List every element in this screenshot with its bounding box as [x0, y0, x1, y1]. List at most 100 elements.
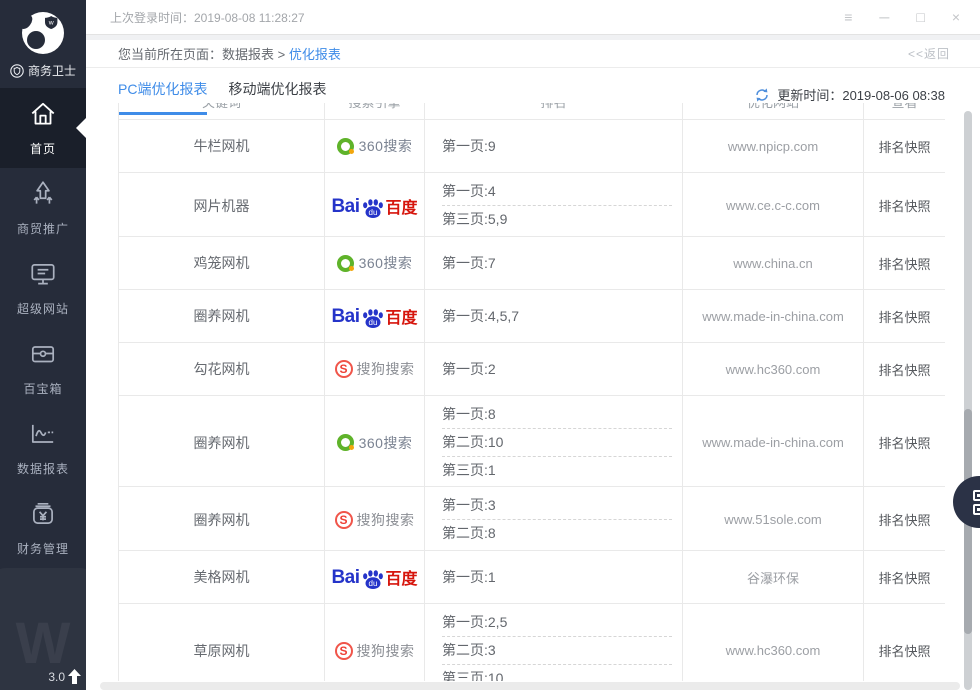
column-header: 查看 — [864, 103, 945, 119]
report-icon — [28, 419, 58, 454]
360-search-logo: 360搜索 — [337, 433, 413, 453]
keyword-cell: 草原网机 — [119, 604, 325, 681]
360-search-logo: 360搜索 — [337, 136, 413, 156]
breadcrumb: 您当前所在页面：数据报表 > 优化报表 — [118, 44, 341, 63]
keyword-cell: 鸡笼网机 — [119, 237, 325, 289]
sogou-s-icon: S — [335, 360, 353, 378]
breadcrumb-prefix: 您当前所在页面： — [118, 47, 222, 62]
snapshot-link[interactable]: 排名快照 — [864, 290, 945, 342]
360-ring-icon — [337, 138, 354, 155]
engine-cell: Baidu百度 — [325, 173, 425, 238]
snapshot-link[interactable]: 排名快照 — [864, 120, 945, 172]
snapshot-link[interactable]: 排名快照 — [864, 551, 945, 603]
rank-divider — [442, 428, 672, 429]
title-bar: 上次登录时间：2019-08-08 11:28:27 ≡ ─ □ × — [86, 0, 980, 35]
sidebar-item-label: 首页 — [30, 140, 56, 157]
snapshot-link[interactable]: 排名快照 — [864, 343, 945, 395]
svg-text:du: du — [368, 208, 377, 217]
snapshot-link[interactable]: 排名快照 — [864, 173, 945, 238]
rank-entry: 第一页:3 — [442, 493, 672, 518]
sidebar-item-label: 数据报表 — [17, 460, 69, 477]
baidu-logo: Baidu百度 — [331, 304, 417, 328]
engine-cell: Baidu百度 — [325, 551, 425, 603]
site-cell: www.npicp.com — [683, 120, 864, 172]
rank-cell: 第一页:3第二页:8 — [425, 487, 683, 552]
main-area: 上次登录时间：2019-08-08 11:28:27 ≡ ─ □ × 您当前所在… — [86, 0, 980, 690]
refresh-icon[interactable] — [754, 87, 770, 103]
engine-cell: 360搜索 — [325, 396, 425, 489]
app-window: w 商务卫士 首页商贸推广超级网站百宝箱数据报表财务管理 W 3.0 — [0, 0, 980, 690]
sidebar-item-label: 财务管理 — [17, 540, 69, 557]
keyword-cell: 网片机器 — [119, 173, 325, 238]
rank-entry: 第三页:1 — [442, 458, 672, 483]
sidebar-item-report[interactable]: 数据报表 — [0, 408, 86, 488]
engine-cell: S搜狗搜索 — [325, 343, 425, 395]
sogou-s-icon: S — [335, 642, 353, 660]
breadcrumb-bar: 您当前所在页面：数据报表 > 优化报表 <<返回 — [86, 40, 980, 68]
back-link[interactable]: <<返回 — [908, 45, 950, 62]
version-row: 3.0 — [48, 669, 81, 684]
page-content: 您当前所在页面：数据报表 > 优化报表 <<返回 PC端优化报表 移动端优化报表 — [86, 40, 980, 690]
update-time-row: 更新时间：2019-08-06 08:38 — [754, 85, 945, 104]
maximize-icon[interactable]: □ — [916, 10, 924, 24]
sidebar-item-toolbox[interactable]: 百宝箱 — [0, 328, 86, 408]
rank-divider — [442, 205, 672, 206]
column-header: 排名 — [425, 103, 683, 119]
rank-entry: 第一页:2 — [442, 357, 672, 382]
table-row: 圈养网机Baidu百度第一页:4,5,7www.made-in-china.co… — [119, 290, 945, 343]
app-logo-icon: w — [17, 7, 69, 59]
breadcrumb-section[interactable]: 数据报表 — [222, 47, 274, 62]
snapshot-link[interactable]: 排名快照 — [864, 487, 945, 552]
rank-entry: 第一页:2,5 — [442, 610, 672, 635]
site-cell: www.china.cn — [683, 237, 864, 289]
qr-square-icon — [973, 504, 980, 515]
engine-cell: 360搜索 — [325, 237, 425, 289]
snapshot-link[interactable]: 排名快照 — [864, 396, 945, 489]
keyword-cell: 圈养网机 — [119, 396, 325, 489]
active-item-arrow — [76, 118, 86, 138]
rank-cell: 第一页:8第二页:10第三页:1 — [425, 396, 683, 489]
rank-entry: 第一页:4 — [442, 179, 672, 204]
qr-code-floating-badge[interactable] — [953, 476, 980, 528]
qr-square-icon — [973, 490, 980, 501]
sogou-logo: S搜狗搜索 — [335, 510, 415, 530]
horizontal-scrollbar[interactable] — [100, 682, 960, 690]
engine-cell: 360搜索 — [325, 120, 425, 172]
update-time-text: 更新时间：2019-08-06 08:38 — [777, 85, 945, 104]
sidebar-item-home[interactable]: 首页 — [0, 88, 86, 168]
site-cell: www.hc360.com — [683, 604, 864, 681]
sidebar-item-label: 百宝箱 — [23, 380, 62, 397]
snapshot-link[interactable]: 排名快照 — [864, 237, 945, 289]
table-header-row: 关键词搜索引擎排名优化网站查看 — [119, 103, 945, 120]
close-icon[interactable]: × — [952, 10, 960, 24]
rank-entry: 第三页:10 — [442, 666, 672, 681]
menu-icon[interactable]: ≡ — [844, 10, 852, 24]
rank-entry: 第三页:5,9 — [442, 207, 672, 232]
upgrade-arrow-icon[interactable] — [68, 669, 81, 684]
vertical-scrollbar[interactable] — [964, 111, 972, 690]
rank-entry: 第二页:3 — [442, 638, 672, 663]
snapshot-link[interactable]: 排名快照 — [864, 604, 945, 681]
finance-icon — [28, 499, 58, 534]
sogou-logo: S搜狗搜索 — [335, 359, 415, 379]
toolbox-icon — [28, 339, 58, 374]
table-row: 牛栏网机360搜索第一页:9www.npicp.com排名快照 — [119, 120, 945, 173]
baidu-paw-icon: du — [361, 308, 385, 329]
column-header: 关键词 — [119, 103, 325, 119]
column-header: 优化网站 — [683, 103, 864, 119]
sidebar-nav: 首页商贸推广超级网站百宝箱数据报表财务管理 — [0, 88, 86, 568]
site-cell: www.51sole.com — [683, 487, 864, 552]
360-ring-icon — [337, 434, 354, 451]
minimize-icon[interactable]: ─ — [879, 10, 889, 24]
promote-icon — [28, 179, 58, 214]
rank-entry: 第一页:4,5,7 — [442, 304, 672, 329]
brand-name: 商务卫士 — [28, 62, 76, 79]
keyword-cell: 牛栏网机 — [119, 120, 325, 172]
sidebar-item-promote[interactable]: 商贸推广 — [0, 168, 86, 248]
table-row: 美格网机Baidu百度第一页:1谷瀑环保排名快照 — [119, 551, 945, 604]
sidebar-item-finance[interactable]: 财务管理 — [0, 488, 86, 568]
keyword-cell: 圈养网机 — [119, 487, 325, 552]
sidebar-item-website[interactable]: 超级网站 — [0, 248, 86, 328]
rank-entry: 第二页:10 — [442, 430, 672, 455]
breadcrumb-current[interactable]: 优化报表 — [289, 47, 341, 62]
